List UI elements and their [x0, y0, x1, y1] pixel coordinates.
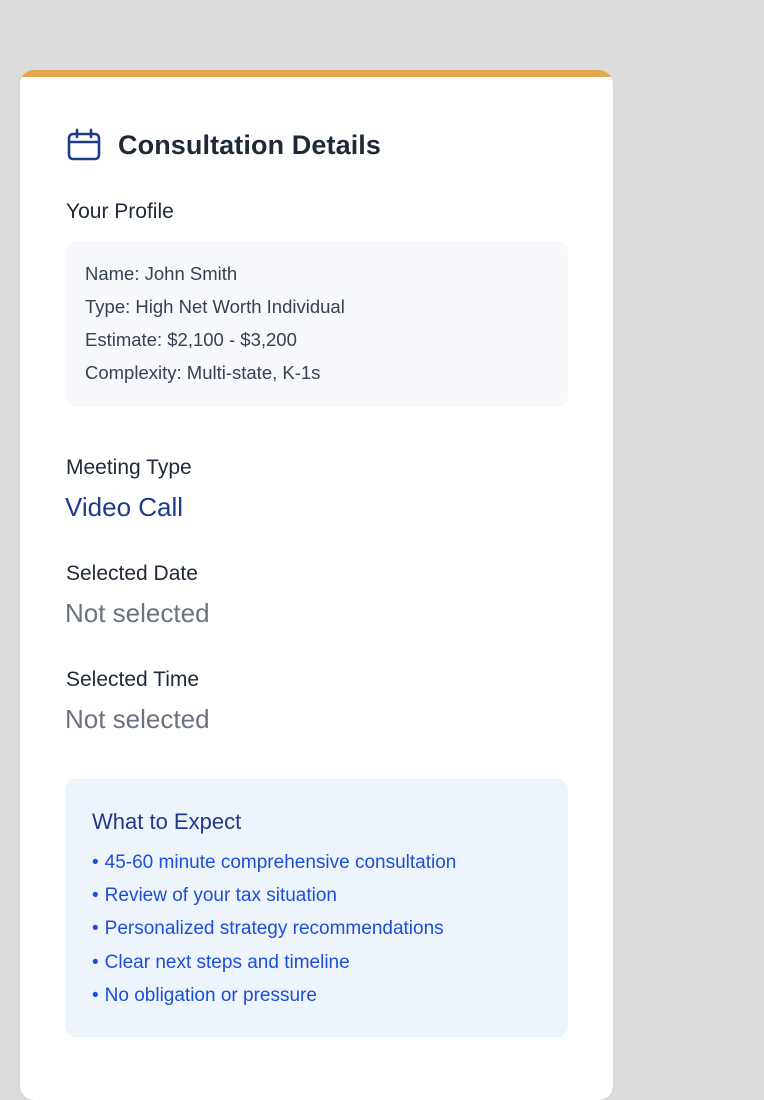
profile-label: Your Profile	[66, 200, 174, 223]
profile-estimate: Estimate: $2,100 - $3,200	[85, 329, 297, 350]
list-item: • Review of your tax situation	[92, 885, 337, 907]
card-header: Consultation Details	[66, 128, 381, 162]
list-item: • No obligation or pressure	[92, 984, 317, 1006]
consultation-details-card: Consultation Details Your Profile Name: …	[20, 70, 613, 1100]
profile-name: Name: John Smith	[85, 263, 238, 284]
meeting-type-value: Video Call	[65, 492, 184, 522]
selected-date-label: Selected Date	[66, 562, 198, 585]
list-item: • Clear next steps and timeline	[92, 951, 350, 973]
selected-time-label: Selected Time	[66, 668, 200, 691]
profile-box: Name: John Smith Type: High Net Worth In…	[65, 241, 568, 407]
calendar-icon	[66, 128, 104, 162]
card-title: Consultation Details	[118, 129, 382, 160]
card-accent-bar	[20, 70, 613, 77]
profile-type: Type: High Net Worth Individual	[85, 296, 345, 317]
list-item: • Personalized strategy recommendations	[92, 918, 444, 940]
meeting-type-label: Meeting Type	[66, 456, 192, 479]
list-item: • 45-60 minute comprehensive consultatio…	[92, 852, 457, 873]
selected-date-value: Not selected	[65, 598, 210, 628]
what-to-expect-title: What to Expect	[92, 809, 242, 834]
profile-complexity: Complexity: Multi-state, K-1s	[85, 362, 321, 383]
expect-list: • 45-60 minute comprehensive consultatio…	[92, 852, 456, 1018]
selected-time-value: Not selected	[65, 704, 210, 734]
what-to-expect-box: What to Expect • 45-60 minute comprehens…	[65, 779, 568, 1037]
